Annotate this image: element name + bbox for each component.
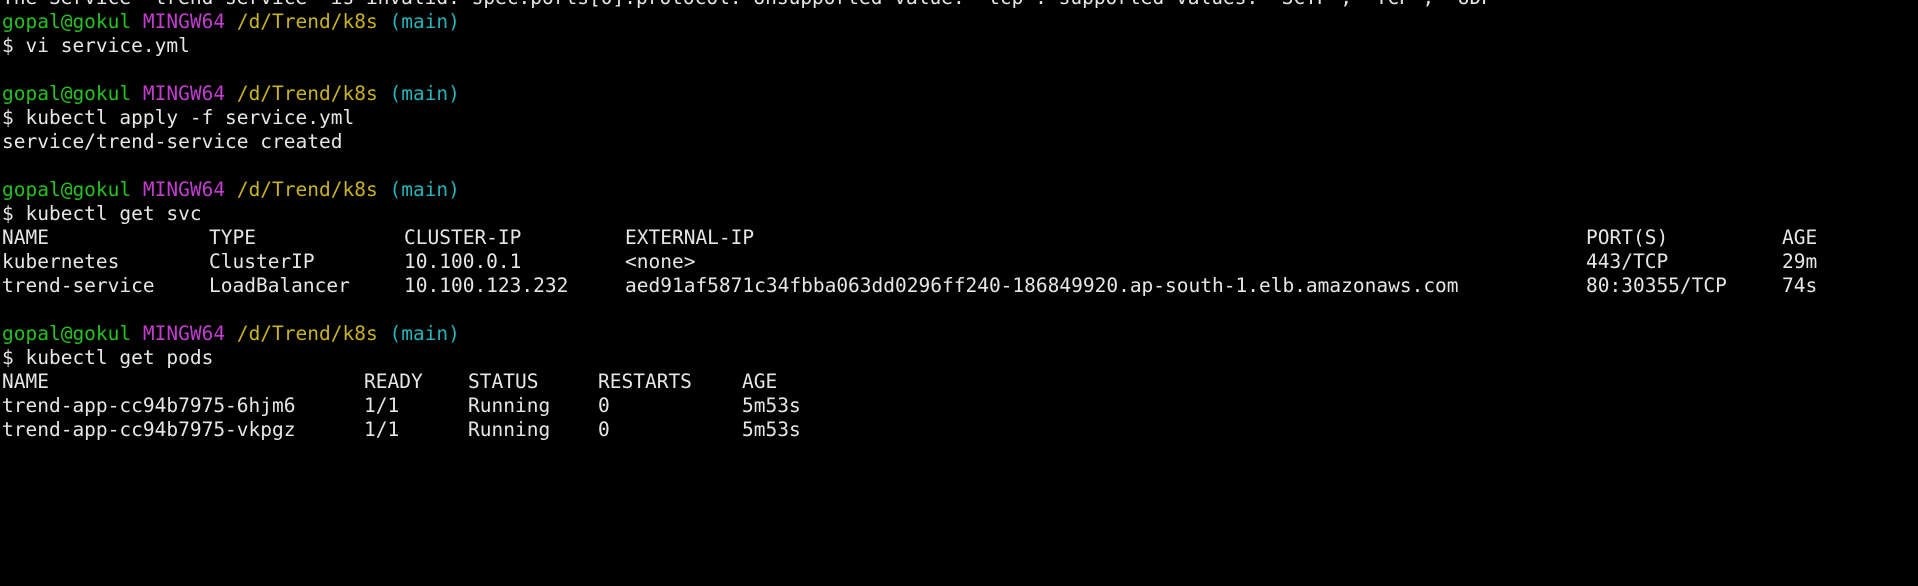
command-text: $ kubectl apply -f service.yml — [2, 106, 355, 129]
svc-ports: 80:30355/TCP — [1586, 274, 1727, 297]
svc-header-age: AGE — [1782, 226, 1818, 249]
prompt-path: /d/Trend/k8s — [236, 178, 378, 201]
error-text: The Service "trend-service" is invalid: … — [2, 0, 1505, 9]
prompt-branch: (main) — [389, 178, 460, 201]
pods-header-status: STATUS — [468, 370, 539, 393]
pods-header-restarts: RESTARTS — [598, 370, 692, 393]
prompt-system: MINGW64 — [142, 10, 226, 33]
command-line: $ vi service.yml — [2, 34, 1902, 58]
prompt-path: /d/Trend/k8s — [236, 322, 378, 345]
terminal-output: The Service "trend-service" is invalid: … — [2, 0, 1902, 442]
svc-header-ports: PORT(S) — [1586, 226, 1669, 249]
prompt-user-host: gopal@gokul — [2, 82, 132, 105]
pod-age: 5m53s — [742, 394, 801, 417]
pods-table-row: trend-app-cc94b7975-vkpgz 1/1 Running 0 … — [2, 418, 1902, 442]
prompt-system: MINGW64 — [142, 178, 226, 201]
prompt-system: MINGW64 — [142, 82, 226, 105]
partial-error-line: The Service "trend-service" is invalid: … — [2, 0, 1902, 10]
prompt-system: MINGW64 — [142, 322, 226, 345]
svc-name: trend-service — [2, 274, 155, 297]
prompt-branch: (main) — [389, 10, 460, 33]
command-line: $ kubectl get pods — [2, 346, 1902, 370]
pod-status: Running — [468, 394, 551, 417]
command-text: $ kubectl get svc — [2, 202, 202, 225]
svc-type: LoadBalancer — [209, 274, 350, 297]
pod-name: trend-app-cc94b7975-6hjm6 — [2, 394, 296, 417]
pod-name: trend-app-cc94b7975-vkpgz — [2, 418, 296, 441]
prompt-line: gopal@gokul MINGW64 /d/Trend/k8s (main) — [2, 322, 1902, 346]
svc-table-row: kubernetes ClusterIP 10.100.0.1 <none> 4… — [2, 250, 1902, 274]
svc-cluster-ip: 10.100.0.1 — [404, 250, 522, 273]
svc-external-ip: <none> — [625, 250, 696, 273]
prompt-line: gopal@gokul MINGW64 /d/Trend/k8s (main) — [2, 178, 1902, 202]
svc-header-external-ip: EXTERNAL-IP — [625, 226, 755, 249]
svc-header-name: NAME — [2, 226, 49, 249]
pod-ready: 1/1 — [364, 418, 400, 441]
pods-header-name: NAME — [2, 370, 49, 393]
command-text: $ vi service.yml — [2, 34, 190, 57]
prompt-path: /d/Trend/k8s — [236, 10, 378, 33]
command-line: $ kubectl apply -f service.yml — [2, 106, 1902, 130]
svc-header-type: TYPE — [209, 226, 256, 249]
pod-ready: 1/1 — [364, 394, 400, 417]
svc-ports: 443/TCP — [1586, 250, 1669, 273]
svc-type: ClusterIP — [209, 250, 315, 273]
pod-status: Running — [468, 418, 551, 441]
apply-output: service/trend-service created — [2, 130, 343, 153]
command-text: $ kubectl get pods — [2, 346, 214, 369]
svc-table-header: NAME TYPE CLUSTER-IP EXTERNAL-IP PORT(S)… — [2, 226, 1902, 250]
prompt-line: gopal@gokul MINGW64 /d/Trend/k8s (main) — [2, 82, 1902, 106]
svc-age: 29m — [1782, 250, 1818, 273]
command-output-line: service/trend-service created — [2, 130, 1902, 154]
terminal-window[interactable]: The Service "trend-service" is invalid: … — [0, 0, 1918, 487]
prompt-user-host: gopal@gokul — [2, 178, 132, 201]
svc-age: 74s — [1782, 274, 1818, 297]
pods-header-age: AGE — [742, 370, 778, 393]
pods-header-ready: READY — [364, 370, 423, 393]
pods-table-row: trend-app-cc94b7975-6hjm6 1/1 Running 0 … — [2, 394, 1902, 418]
prompt-branch: (main) — [389, 82, 460, 105]
svc-header-cluster-ip: CLUSTER-IP — [404, 226, 522, 249]
prompt-line: gopal@gokul MINGW64 /d/Trend/k8s (main) — [2, 10, 1902, 34]
prompt-user-host: gopal@gokul — [2, 10, 132, 33]
pod-restarts: 0 — [598, 394, 610, 417]
pod-age: 5m53s — [742, 418, 801, 441]
svc-table-row: trend-service LoadBalancer 10.100.123.23… — [2, 274, 1902, 298]
svc-cluster-ip: 10.100.123.232 — [404, 274, 569, 297]
prompt-branch: (main) — [389, 322, 460, 345]
svc-name: kubernetes — [2, 250, 120, 273]
pod-restarts: 0 — [598, 418, 610, 441]
pods-table-header: NAME READY STATUS RESTARTS AGE — [2, 370, 1902, 394]
command-line: $ kubectl get svc — [2, 202, 1902, 226]
prompt-user-host: gopal@gokul — [2, 322, 132, 345]
prompt-path: /d/Trend/k8s — [236, 82, 378, 105]
svc-external-ip: aed91af5871c34fbba063dd0296ff240-1868499… — [625, 274, 1459, 297]
